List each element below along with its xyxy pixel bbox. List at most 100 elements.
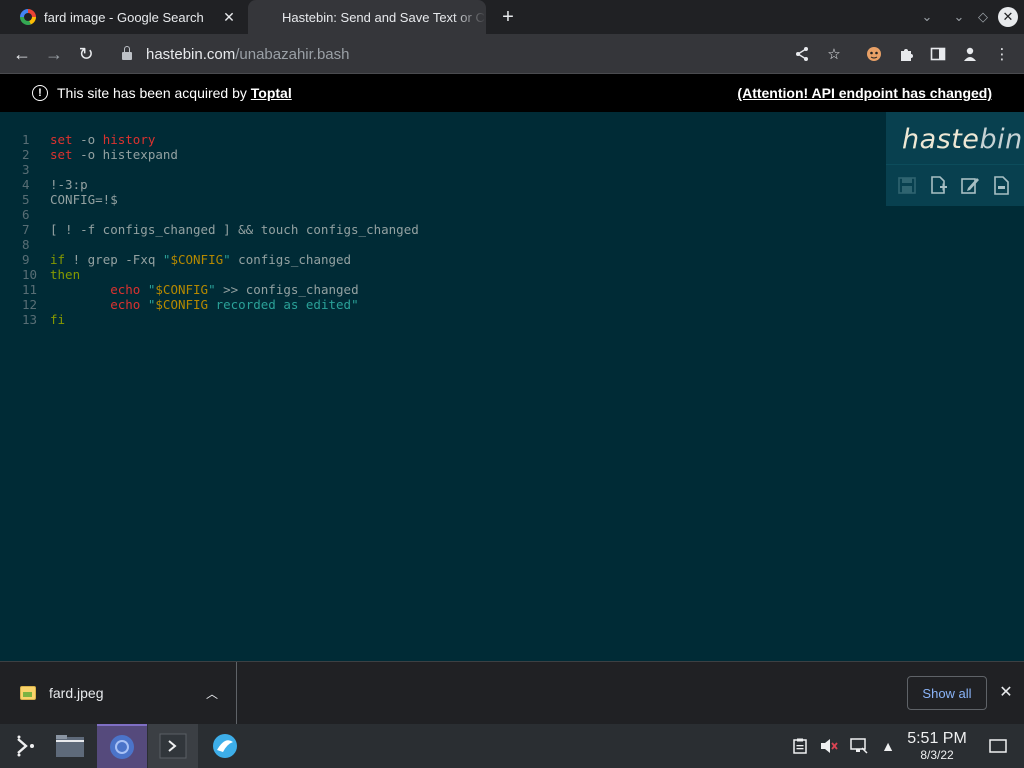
clock-time: 5:51 PM (907, 730, 967, 747)
discover-store-icon[interactable] (200, 724, 250, 768)
forward-icon[interactable]: → (40, 40, 68, 68)
code-line: 3 (0, 162, 419, 177)
code-token: history (102, 132, 156, 147)
tab-google-search[interactable]: fard image - Google Search ✕ (0, 0, 246, 34)
code-token: echo (110, 297, 141, 312)
new-icon[interactable] (929, 174, 949, 196)
url-host: hastebin.com (146, 45, 236, 63)
code-token: !-3:p (50, 177, 88, 192)
code-line: 11 echo "$CONFIG" >> configs_changed (0, 282, 419, 297)
profile-icon[interactable] (958, 42, 982, 66)
menu-kebab-icon[interactable]: ⋮ (990, 42, 1014, 66)
line-number: 4 (22, 177, 30, 192)
code-token: " (223, 252, 231, 267)
line-number: 12 (22, 297, 38, 312)
code-text: fi (50, 312, 65, 327)
share-icon[interactable] (790, 42, 814, 66)
api-notice-link[interactable]: (Attention! API endpoint has changed) (737, 85, 992, 101)
hastebin-logo[interactable]: hastebin (902, 124, 1023, 155)
line-number: 9 (22, 252, 30, 267)
code-token: ! grep -Fxq (65, 252, 163, 267)
hastebin-panel: hastebin (886, 112, 1024, 206)
close-tab-icon[interactable]: ✕ (220, 8, 238, 26)
code-token: $CONFIG (155, 297, 209, 312)
new-tab-button[interactable]: + (497, 6, 519, 28)
window-close-icon[interactable]: ✕ (998, 7, 1018, 27)
raw-icon[interactable] (992, 174, 1012, 196)
tab-search-icon[interactable]: ⌄ (916, 6, 938, 28)
code-token: then (50, 267, 81, 282)
line-number: 13 (22, 312, 38, 327)
volume-muted-icon[interactable] (819, 736, 839, 756)
code-line: 4 !-3:p (0, 177, 419, 192)
show-desktop-icon[interactable] (988, 736, 1008, 756)
code-text: set -o history (50, 132, 155, 147)
line-number: 6 (22, 207, 30, 222)
code-token: $CONFIG (170, 252, 224, 267)
clock-date: 8/3/22 (920, 748, 954, 762)
line-number: 5 (22, 192, 30, 207)
line-number: 3 (22, 162, 30, 177)
chevron-up-icon[interactable]: ︿ (200, 685, 224, 702)
code-token: configs_changed (230, 252, 352, 267)
url-path: /unabazahir.bash (235, 45, 350, 63)
extension-avatar-icon[interactable] (862, 42, 886, 66)
app-launcher-icon[interactable] (0, 724, 50, 768)
close-download-bar-icon[interactable]: ✕ (996, 682, 1016, 702)
reload-icon[interactable]: ↻ (72, 40, 100, 68)
divider (886, 164, 1024, 165)
browser-toolbar: ← → ↻ hastebin.com/unabazahir.bash ☆ ⋮ (0, 34, 1024, 74)
line-number: 7 (22, 222, 30, 237)
code-line: 1 set -o history (0, 132, 419, 147)
info-icon: ! (32, 85, 48, 101)
lock-icon[interactable] (122, 46, 132, 60)
network-icon[interactable] (849, 736, 869, 756)
code-line: 2 set -o histexpand (0, 147, 419, 162)
terminal-icon[interactable] (148, 724, 198, 768)
duplicate-icon[interactable] (960, 174, 980, 196)
taskbar: ▲ 5:51 PM 8/3/22 (0, 724, 1024, 768)
banner-text: This site has been acquired by (57, 85, 247, 101)
code-line: 9 if ! grep -Fxq "$CONFIG" configs_change… (0, 252, 419, 267)
download-filename: fard.jpeg (49, 685, 104, 701)
line-number: 1 (22, 132, 30, 147)
code-view[interactable]: 1 set -o history 2 set -o histexpand 3 4 !-3:p… (0, 132, 419, 327)
minimize-icon[interactable]: ⌄ (948, 6, 970, 28)
code-text: [ ! -f configs_changed ] && touch config… (50, 222, 419, 237)
code-token: echo (110, 282, 141, 297)
tray-expand-arrow-icon[interactable]: ▲ (878, 736, 898, 756)
file-manager-icon[interactable] (45, 724, 95, 768)
extensions-puzzle-icon[interactable] (894, 42, 918, 66)
code-token: if (50, 252, 66, 267)
image-file-icon (20, 686, 36, 700)
save-icon[interactable] (897, 174, 917, 196)
side-panel-icon[interactable] (926, 42, 950, 66)
bookmark-star-icon[interactable]: ☆ (822, 42, 846, 66)
address-bar[interactable]: hastebin.com/unabazahir.bash (112, 38, 882, 70)
toptal-link[interactable]: Toptal (251, 85, 292, 101)
code-text: echo "$CONFIG" >> configs_changed (50, 282, 359, 297)
tab-hastebin[interactable]: Hastebin: Send and Save Text or Code Sni… (248, 0, 486, 34)
line-number: 10 (22, 267, 38, 282)
code-token: >> configs_changed (215, 282, 359, 297)
code-token: set (50, 132, 73, 147)
code-token: CONFIG=!$ (50, 192, 118, 207)
acquisition-banner: ! This site has been acquired by Toptal … (0, 74, 1024, 112)
download-item[interactable]: fard.jpeg ︿ (0, 662, 237, 724)
code-text: echo "$CONFIG recorded as edited" (50, 297, 358, 312)
code-token: " (208, 282, 216, 297)
back-icon[interactable]: ← (8, 40, 36, 68)
code-text: !-3:p (50, 177, 88, 192)
tab-title: fard image - Google Search (44, 9, 204, 25)
code-text: set -o histexpand (50, 147, 178, 162)
show-all-button[interactable]: Show all (907, 676, 987, 710)
maximize-icon[interactable]: ◇ (972, 6, 994, 28)
clock[interactable]: 5:51 PM 8/3/22 (900, 730, 974, 762)
code-line: 6 (0, 207, 419, 222)
clipboard-icon[interactable] (790, 736, 810, 756)
code-line: 13 fi (0, 312, 419, 327)
chrome-taskbar-icon[interactable] (97, 724, 147, 768)
